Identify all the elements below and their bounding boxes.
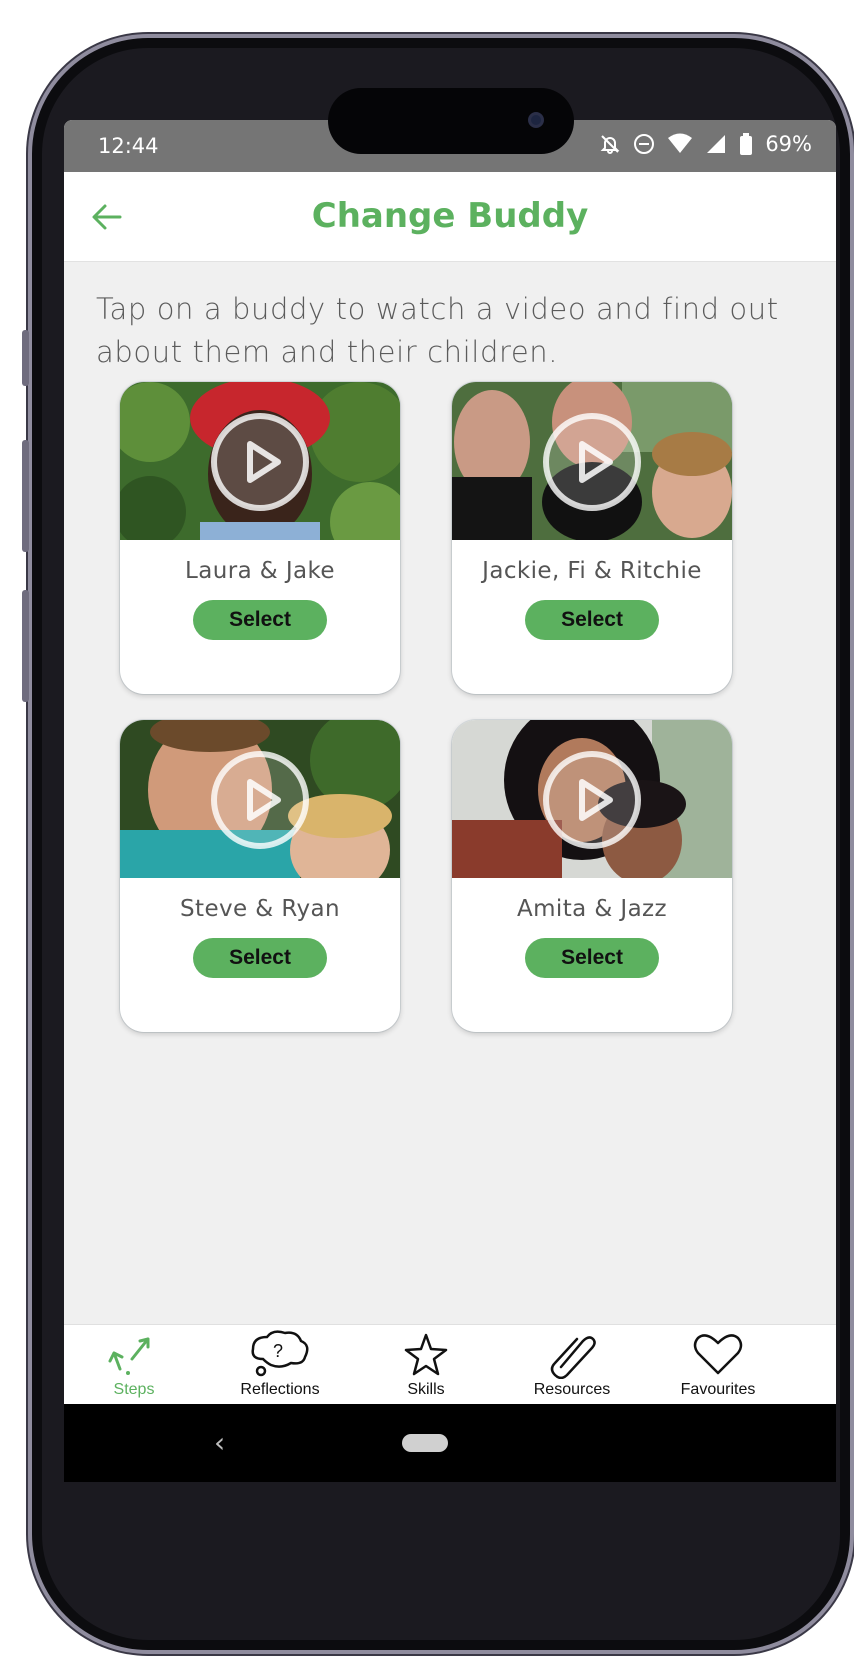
buddy-photo[interactable] bbox=[120, 382, 400, 540]
nav-item-reflections[interactable]: ? Reflections bbox=[210, 1329, 350, 1399]
signal-icon bbox=[705, 133, 727, 155]
heart-icon bbox=[693, 1334, 743, 1375]
app-bar: Change Buddy bbox=[64, 172, 836, 262]
page-title: Change Buddy bbox=[311, 196, 589, 236]
buddy-photo[interactable] bbox=[452, 720, 732, 878]
steps-arrows-icon bbox=[108, 1337, 150, 1375]
thought-bubble-question-icon: ? bbox=[251, 1330, 309, 1377]
buddy-name: Amita & Jazz bbox=[516, 896, 668, 922]
camera-cutout bbox=[328, 88, 574, 154]
buddy-photo[interactable] bbox=[120, 720, 400, 878]
select-button[interactable]: Select bbox=[193, 938, 327, 978]
nav-item-skills[interactable]: Skills bbox=[356, 1329, 496, 1399]
status-time: 12:44 bbox=[98, 134, 159, 158]
buddy-card-steve-ryan[interactable]: Steve & Ryan Select bbox=[120, 720, 400, 1032]
phone-volume-down bbox=[22, 590, 29, 702]
phone-mute-switch bbox=[22, 330, 29, 386]
play-video-icon[interactable] bbox=[208, 410, 312, 514]
svg-text:?: ? bbox=[273, 1341, 283, 1361]
buddy-card-jackie-fi-ritchie[interactable]: Jackie, Fi & Ritchie Select bbox=[452, 382, 732, 694]
phone-volume-up bbox=[22, 440, 29, 552]
buddy-card-laura-jake[interactable]: Laura & Jake Select bbox=[120, 382, 400, 694]
nav-item-resources[interactable]: Resources bbox=[502, 1329, 642, 1399]
battery-percent: 69% bbox=[765, 132, 812, 156]
battery-icon bbox=[739, 133, 753, 155]
nav-label: Resources bbox=[533, 1381, 611, 1398]
play-video-icon[interactable] bbox=[540, 410, 644, 514]
system-nav-bar: ‹ bbox=[64, 1404, 836, 1482]
select-button[interactable]: Select bbox=[525, 600, 659, 640]
paperclip-icon bbox=[550, 1336, 596, 1379]
nav-item-favourites[interactable]: Favourites bbox=[648, 1329, 788, 1399]
buddy-name: Jackie, Fi & Ritchie bbox=[482, 558, 702, 584]
buddy-name: Steve & Ryan bbox=[180, 896, 340, 922]
system-back-icon[interactable]: ‹ bbox=[214, 1426, 225, 1459]
nav-label: Skills bbox=[407, 1381, 445, 1398]
buddy-name: Laura & Jake bbox=[185, 558, 335, 584]
app-screen: 12:44 69% Change Buddy Tap on a buddy to… bbox=[64, 120, 836, 1482]
buddy-card-amita-jazz[interactable]: Amita & Jazz Select bbox=[452, 720, 732, 1032]
star-icon bbox=[404, 1333, 448, 1376]
intro-text: Tap on a buddy to watch a video and find… bbox=[96, 292, 779, 369]
nav-label: Steps bbox=[113, 1381, 155, 1398]
camera-lens bbox=[528, 112, 544, 128]
wifi-icon bbox=[667, 133, 693, 155]
do-not-disturb-icon bbox=[633, 133, 655, 155]
play-video-icon[interactable] bbox=[208, 748, 312, 852]
system-home-pill[interactable] bbox=[402, 1434, 448, 1452]
nav-item-steps[interactable]: Steps bbox=[64, 1329, 204, 1399]
select-button[interactable]: Select bbox=[525, 938, 659, 978]
bell-off-icon bbox=[599, 133, 621, 155]
buddy-photo[interactable] bbox=[452, 382, 732, 540]
nav-label: Reflections bbox=[240, 1381, 320, 1398]
play-video-icon[interactable] bbox=[540, 748, 644, 852]
select-button[interactable]: Select bbox=[193, 600, 327, 640]
nav-label: Favourites bbox=[680, 1381, 756, 1398]
bottom-nav: Steps ? Reflections Skills Resources Fav… bbox=[64, 1324, 836, 1404]
status-icons: 69% bbox=[599, 132, 812, 156]
